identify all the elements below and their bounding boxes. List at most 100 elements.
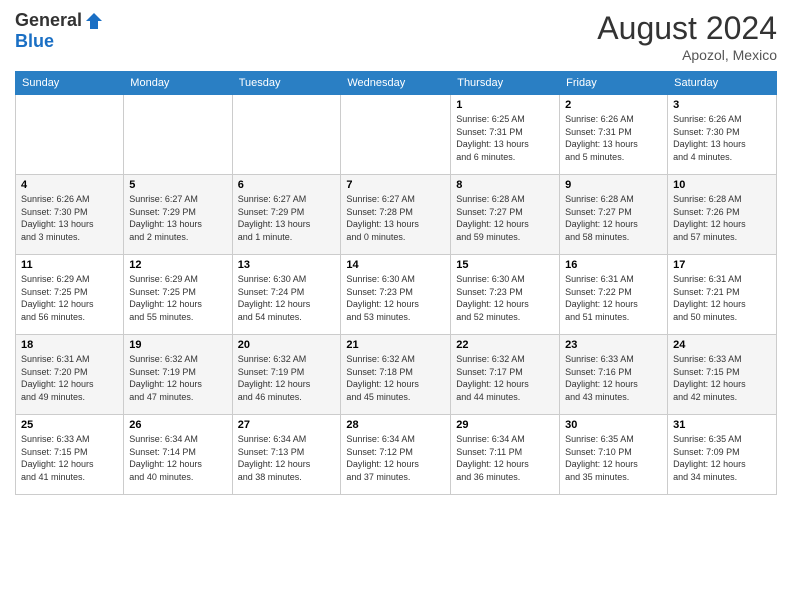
logo-general: General	[15, 10, 82, 31]
day-info: Sunrise: 6:28 AM Sunset: 7:27 PM Dayligh…	[456, 193, 554, 243]
day-info: Sunrise: 6:35 AM Sunset: 7:10 PM Dayligh…	[565, 433, 662, 483]
table-cell: 8 Sunrise: 6:28 AM Sunset: 7:27 PM Daylig…	[451, 175, 560, 255]
day-number: 11	[21, 259, 118, 271]
day-info: Sunrise: 6:34 AM Sunset: 7:12 PM Dayligh…	[346, 433, 445, 483]
day-number: 20	[238, 339, 336, 351]
day-info: Sunrise: 6:27 AM Sunset: 7:29 PM Dayligh…	[129, 193, 226, 243]
table-cell: 6 Sunrise: 6:27 AM Sunset: 7:29 PM Daylig…	[232, 175, 341, 255]
day-number: 21	[346, 339, 445, 351]
title-section: August 2024 Apozol, Mexico	[597, 10, 777, 63]
table-cell: 30Sunrise: 6:35 AM Sunset: 7:10 PM Dayli…	[560, 415, 668, 495]
day-number: 1	[456, 99, 554, 111]
day-number: 22	[456, 339, 554, 351]
location: Apozol, Mexico	[597, 47, 777, 63]
table-cell: 20Sunrise: 6:32 AM Sunset: 7:19 PM Dayli…	[232, 335, 341, 415]
day-number: 23	[565, 339, 662, 351]
day-number: 7	[346, 179, 445, 191]
col-tuesday: Tuesday	[232, 72, 341, 95]
table-cell: 24Sunrise: 6:33 AM Sunset: 7:15 PM Dayli…	[668, 335, 777, 415]
day-number: 18	[21, 339, 118, 351]
logo-icon	[84, 11, 104, 31]
day-info: Sunrise: 6:31 AM Sunset: 7:20 PM Dayligh…	[21, 353, 118, 403]
table-cell: 23 Sunrise: 6:33 AM Sunset: 7:16 PM Dayli…	[560, 335, 668, 415]
day-info: Sunrise: 6:30 AM Sunset: 7:23 PM Dayligh…	[456, 273, 554, 323]
table-cell: 18 Sunrise: 6:31 AM Sunset: 7:20 PM Dayli…	[16, 335, 124, 415]
day-info: Sunrise: 6:32 AM Sunset: 7:18 PM Dayligh…	[346, 353, 445, 403]
day-info: Sunrise: 6:26 AM Sunset: 7:30 PM Dayligh…	[673, 113, 771, 163]
table-cell	[124, 95, 232, 175]
day-number: 5	[129, 179, 226, 191]
table-cell: 3 Sunrise: 6:26 AM Sunset: 7:30 PM Daylig…	[668, 95, 777, 175]
day-info: Sunrise: 6:33 AM Sunset: 7:15 PM Dayligh…	[21, 433, 118, 483]
table-cell: 5 Sunrise: 6:27 AM Sunset: 7:29 PM Daylig…	[124, 175, 232, 255]
col-monday: Monday	[124, 72, 232, 95]
table-cell: 26 Sunrise: 6:34 AM Sunset: 7:14 PM Dayli…	[124, 415, 232, 495]
table-cell: 15 Sunrise: 6:30 AM Sunset: 7:23 PM Dayli…	[451, 255, 560, 335]
day-number: 4	[21, 179, 118, 191]
col-friday: Friday	[560, 72, 668, 95]
day-number: 10	[673, 179, 771, 191]
day-info: Sunrise: 6:27 AM Sunset: 7:29 PM Dayligh…	[238, 193, 336, 243]
table-cell	[341, 95, 451, 175]
day-info: Sunrise: 6:34 AM Sunset: 7:13 PM Dayligh…	[238, 433, 336, 483]
col-saturday: Saturday	[668, 72, 777, 95]
logo-blue: Blue	[15, 31, 54, 52]
day-info: Sunrise: 6:34 AM Sunset: 7:14 PM Dayligh…	[129, 433, 226, 483]
day-info: Sunrise: 6:34 AM Sunset: 7:11 PM Dayligh…	[456, 433, 554, 483]
day-number: 25	[21, 419, 118, 431]
table-cell: 29 Sunrise: 6:34 AM Sunset: 7:11 PM Dayli…	[451, 415, 560, 495]
week-row-5: 25 Sunrise: 6:33 AM Sunset: 7:15 PM Dayli…	[16, 415, 777, 495]
day-number: 8	[456, 179, 554, 191]
day-info: Sunrise: 6:28 AM Sunset: 7:27 PM Dayligh…	[565, 193, 662, 243]
table-cell: 19Sunrise: 6:32 AM Sunset: 7:19 PM Dayli…	[124, 335, 232, 415]
table-cell: 7 Sunrise: 6:27 AM Sunset: 7:28 PM Daylig…	[341, 175, 451, 255]
day-info: Sunrise: 6:30 AM Sunset: 7:24 PM Dayligh…	[238, 273, 336, 323]
month-year: August 2024	[597, 10, 777, 47]
table-cell	[232, 95, 341, 175]
day-info: Sunrise: 6:32 AM Sunset: 7:17 PM Dayligh…	[456, 353, 554, 403]
col-sunday: Sunday	[16, 72, 124, 95]
table-cell: 2Sunrise: 6:26 AM Sunset: 7:31 PM Daylig…	[560, 95, 668, 175]
day-number: 15	[456, 259, 554, 271]
day-number: 16	[565, 259, 662, 271]
table-cell	[16, 95, 124, 175]
header: General Blue August 2024 Apozol, Mexico	[15, 10, 777, 63]
table-cell: 10Sunrise: 6:28 AM Sunset: 7:26 PM Dayli…	[668, 175, 777, 255]
page: General Blue August 2024 Apozol, Mexico …	[0, 0, 792, 612]
day-number: 31	[673, 419, 771, 431]
week-row-3: 11Sunrise: 6:29 AM Sunset: 7:25 PM Dayli…	[16, 255, 777, 335]
day-info: Sunrise: 6:31 AM Sunset: 7:22 PM Dayligh…	[565, 273, 662, 323]
day-info: Sunrise: 6:27 AM Sunset: 7:28 PM Dayligh…	[346, 193, 445, 243]
table-cell: 1Sunrise: 6:25 AM Sunset: 7:31 PM Daylig…	[451, 95, 560, 175]
day-number: 12	[129, 259, 226, 271]
table-cell: 22 Sunrise: 6:32 AM Sunset: 7:17 PM Dayli…	[451, 335, 560, 415]
day-number: 6	[238, 179, 336, 191]
week-row-1: 1Sunrise: 6:25 AM Sunset: 7:31 PM Daylig…	[16, 95, 777, 175]
table-cell: 12Sunrise: 6:29 AM Sunset: 7:25 PM Dayli…	[124, 255, 232, 335]
day-info: Sunrise: 6:35 AM Sunset: 7:09 PM Dayligh…	[673, 433, 771, 483]
day-number: 29	[456, 419, 554, 431]
logo-text: General	[15, 10, 104, 31]
day-info: Sunrise: 6:30 AM Sunset: 7:23 PM Dayligh…	[346, 273, 445, 323]
table-cell: 21 Sunrise: 6:32 AM Sunset: 7:18 PM Dayli…	[341, 335, 451, 415]
day-number: 24	[673, 339, 771, 351]
table-cell: 28Sunrise: 6:34 AM Sunset: 7:12 PM Dayli…	[341, 415, 451, 495]
week-row-4: 18 Sunrise: 6:31 AM Sunset: 7:20 PM Dayli…	[16, 335, 777, 415]
day-info: Sunrise: 6:32 AM Sunset: 7:19 PM Dayligh…	[129, 353, 226, 403]
day-info: Sunrise: 6:26 AM Sunset: 7:30 PM Dayligh…	[21, 193, 118, 243]
day-info: Sunrise: 6:33 AM Sunset: 7:16 PM Dayligh…	[565, 353, 662, 403]
col-wednesday: Wednesday	[341, 72, 451, 95]
table-cell: 9 Sunrise: 6:28 AM Sunset: 7:27 PM Daylig…	[560, 175, 668, 255]
week-row-2: 4 Sunrise: 6:26 AM Sunset: 7:30 PM Daylig…	[16, 175, 777, 255]
table-cell: 4 Sunrise: 6:26 AM Sunset: 7:30 PM Daylig…	[16, 175, 124, 255]
day-number: 3	[673, 99, 771, 111]
day-number: 26	[129, 419, 226, 431]
table-cell: 14Sunrise: 6:30 AM Sunset: 7:23 PM Dayli…	[341, 255, 451, 335]
day-number: 9	[565, 179, 662, 191]
table-cell: 25 Sunrise: 6:33 AM Sunset: 7:15 PM Dayli…	[16, 415, 124, 495]
day-info: Sunrise: 6:31 AM Sunset: 7:21 PM Dayligh…	[673, 273, 771, 323]
table-cell: 13Sunrise: 6:30 AM Sunset: 7:24 PM Dayli…	[232, 255, 341, 335]
table-cell: 16 Sunrise: 6:31 AM Sunset: 7:22 PM Dayli…	[560, 255, 668, 335]
day-number: 17	[673, 259, 771, 271]
table-cell: 27Sunrise: 6:34 AM Sunset: 7:13 PM Dayli…	[232, 415, 341, 495]
